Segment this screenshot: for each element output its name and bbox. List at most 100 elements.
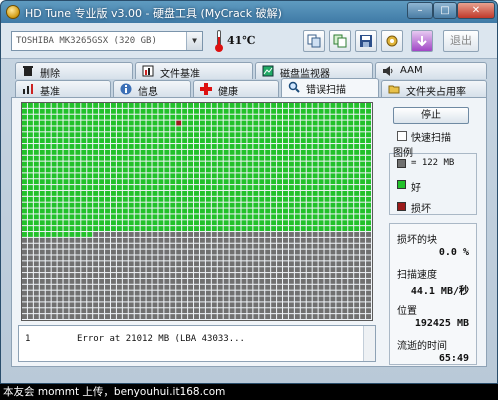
good-block: [265, 208, 271, 214]
window-title: HD Tune 专业版 v3.00 - 硬盘工具 (MyCrack 破解): [25, 7, 282, 20]
unscanned-block: [81, 237, 87, 243]
good-block: [116, 220, 122, 226]
options-button[interactable]: [381, 30, 403, 52]
tab-health[interactable]: 健康: [193, 80, 279, 98]
chevron-down-icon[interactable]: ▼: [186, 32, 202, 50]
good-block: [188, 208, 194, 214]
tab-info[interactable]: 信息: [113, 80, 191, 98]
good-block: [27, 179, 33, 185]
unscanned-block: [176, 243, 182, 249]
error-log[interactable]: 1 Error at 21012 MB (LBA 43033...: [18, 325, 376, 362]
good-block: [277, 173, 283, 179]
good-block: [366, 220, 371, 226]
log-scrollbar[interactable]: [363, 326, 375, 361]
good-block: [87, 132, 93, 138]
title-bar[interactable]: HD Tune 专业版 v3.00 - 硬盘工具 (MyCrack 破解) – …: [1, 1, 497, 23]
close-button[interactable]: ✕: [457, 2, 495, 19]
good-block: [170, 132, 176, 138]
tab-aam[interactable]: AAM: [375, 62, 487, 79]
good-block: [318, 103, 324, 108]
tab-disk-monitor[interactable]: 磁盘监视器: [255, 62, 373, 80]
good-block: [51, 126, 57, 132]
good-block: [110, 108, 116, 114]
unscanned-block: [265, 302, 271, 308]
unscanned-block: [128, 249, 134, 255]
unscanned-block: [39, 261, 45, 267]
good-block: [170, 114, 176, 120]
good-block: [128, 144, 134, 149]
exit-button[interactable]: 退出: [443, 30, 479, 52]
unscanned-block: [99, 261, 105, 267]
good-block: [57, 196, 63, 202]
unscanned-block: [110, 237, 116, 243]
good-block: [57, 185, 63, 190]
unscanned-block: [146, 308, 152, 314]
unscanned-block: [354, 273, 360, 278]
tab-error-scan[interactable]: 错误扫描: [281, 78, 379, 97]
unscanned-block: [81, 278, 87, 284]
unscanned-block: [253, 284, 259, 290]
unscanned-block: [57, 296, 63, 302]
stop-button[interactable]: 停止: [393, 107, 469, 124]
drive-select[interactable]: TOSHIBA MK3265GSX (320 GB) ▼: [11, 31, 203, 51]
copy-button[interactable]: [303, 30, 325, 52]
save-button[interactable]: [355, 30, 377, 52]
good-block: [360, 220, 366, 226]
tab-folder-usage[interactable]: 文件夹占用率: [381, 80, 487, 98]
good-block: [306, 161, 312, 167]
good-block: [306, 220, 312, 226]
download-button[interactable]: [411, 30, 433, 52]
unscanned-block: [128, 302, 134, 308]
maximize-button[interactable]: □: [433, 2, 457, 19]
quick-scan-checkbox[interactable]: [397, 131, 407, 141]
unscanned-block: [306, 273, 312, 278]
unscanned-block: [312, 314, 318, 319]
unscanned-block: [188, 237, 194, 243]
unscanned-block: [69, 261, 75, 267]
good-block: [182, 220, 188, 226]
unscanned-block: [366, 284, 371, 290]
unscanned-block: [253, 302, 259, 308]
tab-file-benchmark[interactable]: 文件基准: [135, 62, 253, 80]
tab-delete[interactable]: 删除: [15, 62, 133, 80]
unscanned-block: [22, 278, 27, 284]
unscanned-block: [33, 278, 39, 284]
good-block: [223, 208, 229, 214]
good-block: [158, 173, 164, 179]
good-block: [336, 144, 342, 149]
unscanned-block: [158, 314, 164, 319]
good-block: [188, 190, 194, 196]
unscanned-block: [306, 237, 312, 243]
minimize-button[interactable]: –: [407, 2, 433, 19]
unscanned-block: [259, 243, 265, 249]
good-block: [300, 108, 306, 114]
unscanned-block: [247, 267, 253, 273]
unscanned-block: [271, 249, 277, 255]
unscanned-block: [152, 284, 158, 290]
unscanned-block: [170, 237, 176, 243]
unscanned-block: [360, 243, 366, 249]
unscanned-block: [312, 273, 318, 278]
unscanned-block: [223, 267, 229, 273]
unscanned-block: [217, 308, 223, 314]
unscanned-block: [116, 273, 122, 278]
good-block: [152, 196, 158, 202]
good-block: [140, 173, 146, 179]
unscanned-block: [87, 290, 93, 296]
unscanned-block: [140, 296, 146, 302]
unscanned-block: [235, 290, 241, 296]
good-block: [158, 220, 164, 226]
good-block: [324, 120, 330, 126]
copy-all-button[interactable]: [329, 30, 351, 52]
unscanned-block: [45, 249, 51, 255]
good-block: [306, 208, 312, 214]
tab-benchmark[interactable]: 基准: [15, 80, 111, 98]
good-block: [283, 120, 288, 126]
good-block: [366, 208, 371, 214]
good-block: [164, 208, 170, 214]
unscanned-block: [223, 232, 229, 237]
unscanned-block: [366, 296, 371, 302]
good-block: [205, 103, 211, 108]
info-icon: [120, 83, 132, 95]
good-block: [318, 226, 324, 232]
